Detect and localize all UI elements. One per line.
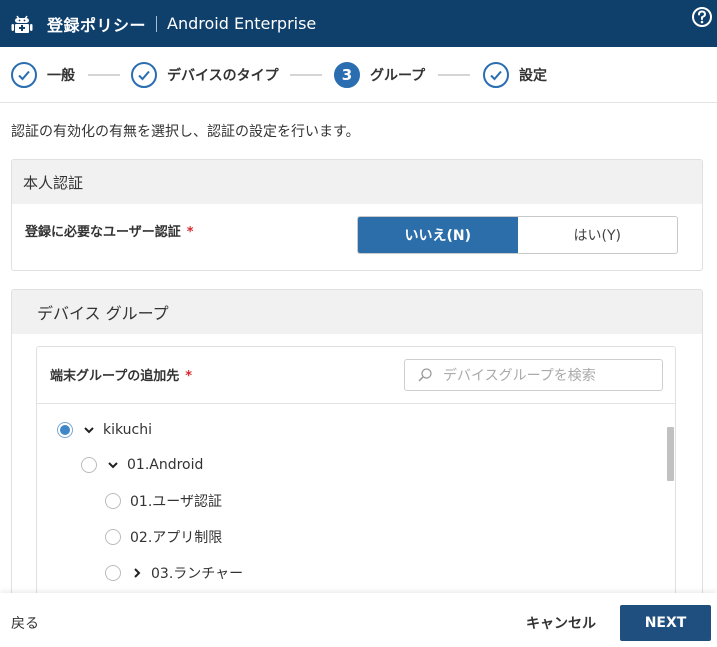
required-mark: * — [186, 225, 194, 240]
group-search-input[interactable]: デバイスグループを検索 — [404, 359, 663, 391]
check-icon — [483, 62, 509, 88]
group-destination-label-text: 端末グループの追加先 — [50, 369, 180, 384]
radio-button[interactable] — [57, 422, 73, 438]
user-auth-label-text: 登録に必要なユーザー認証 — [25, 225, 181, 240]
step-general[interactable]: 一般 — [11, 61, 75, 89]
step-label: 一般 — [47, 68, 75, 84]
step-label: デバイスのタイプ — [167, 68, 279, 84]
chevron-right-icon[interactable] — [131, 567, 143, 579]
step-device-type[interactable]: デバイスのタイプ — [131, 61, 279, 89]
step-number-badge: 3 — [334, 62, 360, 88]
group-destination-label: 端末グループの追加先 * — [50, 365, 192, 384]
divider — [37, 403, 675, 404]
step-connector — [290, 74, 322, 76]
scrollbar-thumb[interactable] — [667, 427, 674, 481]
auth-card: 本人認証 — [11, 159, 703, 271]
radio-button[interactable] — [105, 529, 121, 545]
radio-button[interactable] — [105, 493, 121, 509]
chevron-down-icon[interactable] — [107, 459, 119, 471]
next-button[interactable]: NEXT — [620, 605, 711, 641]
auth-no-option[interactable]: いいえ(N) — [358, 217, 518, 253]
user-auth-label: 登録に必要なユーザー認証 * — [25, 221, 194, 240]
step-connector — [88, 74, 120, 76]
search-placeholder: デバイスグループを検索 — [443, 368, 596, 384]
tree-item-02-app-restrict[interactable]: 02.アプリ制限 — [105, 527, 222, 547]
step-group[interactable]: 3 グループ — [334, 61, 425, 89]
user-auth-toggle: いいえ(N) はい(Y) — [357, 216, 678, 254]
search-icon — [418, 368, 432, 382]
help-icon[interactable] — [691, 6, 713, 28]
tree-item-label: 03.ランチャー — [151, 566, 244, 582]
tree-item-01-user-auth[interactable]: 01.ユーザ認証 — [105, 491, 222, 511]
title-separator — [156, 15, 158, 32]
intro-text: 認証の有効化の有無を選択し、認証の設定を行います。 — [11, 124, 360, 140]
cancel-button[interactable]: キャンセル — [526, 613, 596, 633]
app-header: 登録ポリシー Android Enterprise — [0, 0, 717, 47]
tree-item-label: kikuchi — [103, 422, 153, 438]
tree-item-label: 02.アプリ制限 — [130, 530, 223, 546]
chevron-down-icon[interactable] — [83, 424, 95, 436]
auth-card-title: 本人認証 — [12, 160, 702, 204]
radio-button[interactable] — [81, 457, 97, 473]
step-label: グループ — [370, 68, 426, 84]
page-subtitle: Android Enterprise — [167, 14, 317, 33]
tree-item-03-launcher[interactable]: 03.ランチャー — [105, 563, 243, 583]
radio-button[interactable] — [105, 565, 121, 581]
auth-yes-option[interactable]: はい(Y) — [518, 217, 678, 253]
step-label: 設定 — [519, 68, 547, 84]
required-mark: * — [185, 369, 193, 384]
back-button[interactable]: 戻る — [11, 613, 39, 633]
footer-bar: 戻る キャンセル NEXT — [0, 593, 717, 647]
device-group-title: デバイス グループ — [12, 290, 702, 334]
wizard-stepper: 一般 デバイスのタイプ 3 グループ 設定 — [0, 47, 717, 103]
step-connector — [438, 74, 470, 76]
tree-item-label: 01.Android — [127, 457, 204, 473]
tree-item-kikuchi[interactable]: kikuchi — [57, 420, 152, 440]
check-icon — [11, 62, 37, 88]
device-group-panel: 端末グループの追加先 * デバイスグループを検索 kikuchi 01.Andro… — [36, 346, 676, 606]
tree-item-01-android[interactable]: 01.Android — [81, 455, 203, 475]
check-icon — [131, 62, 157, 88]
step-settings[interactable]: 設定 — [483, 61, 547, 89]
android-icon — [11, 15, 33, 33]
tree-item-label: 01.ユーザ認証 — [130, 494, 222, 510]
page-title: 登録ポリシー — [47, 15, 147, 35]
